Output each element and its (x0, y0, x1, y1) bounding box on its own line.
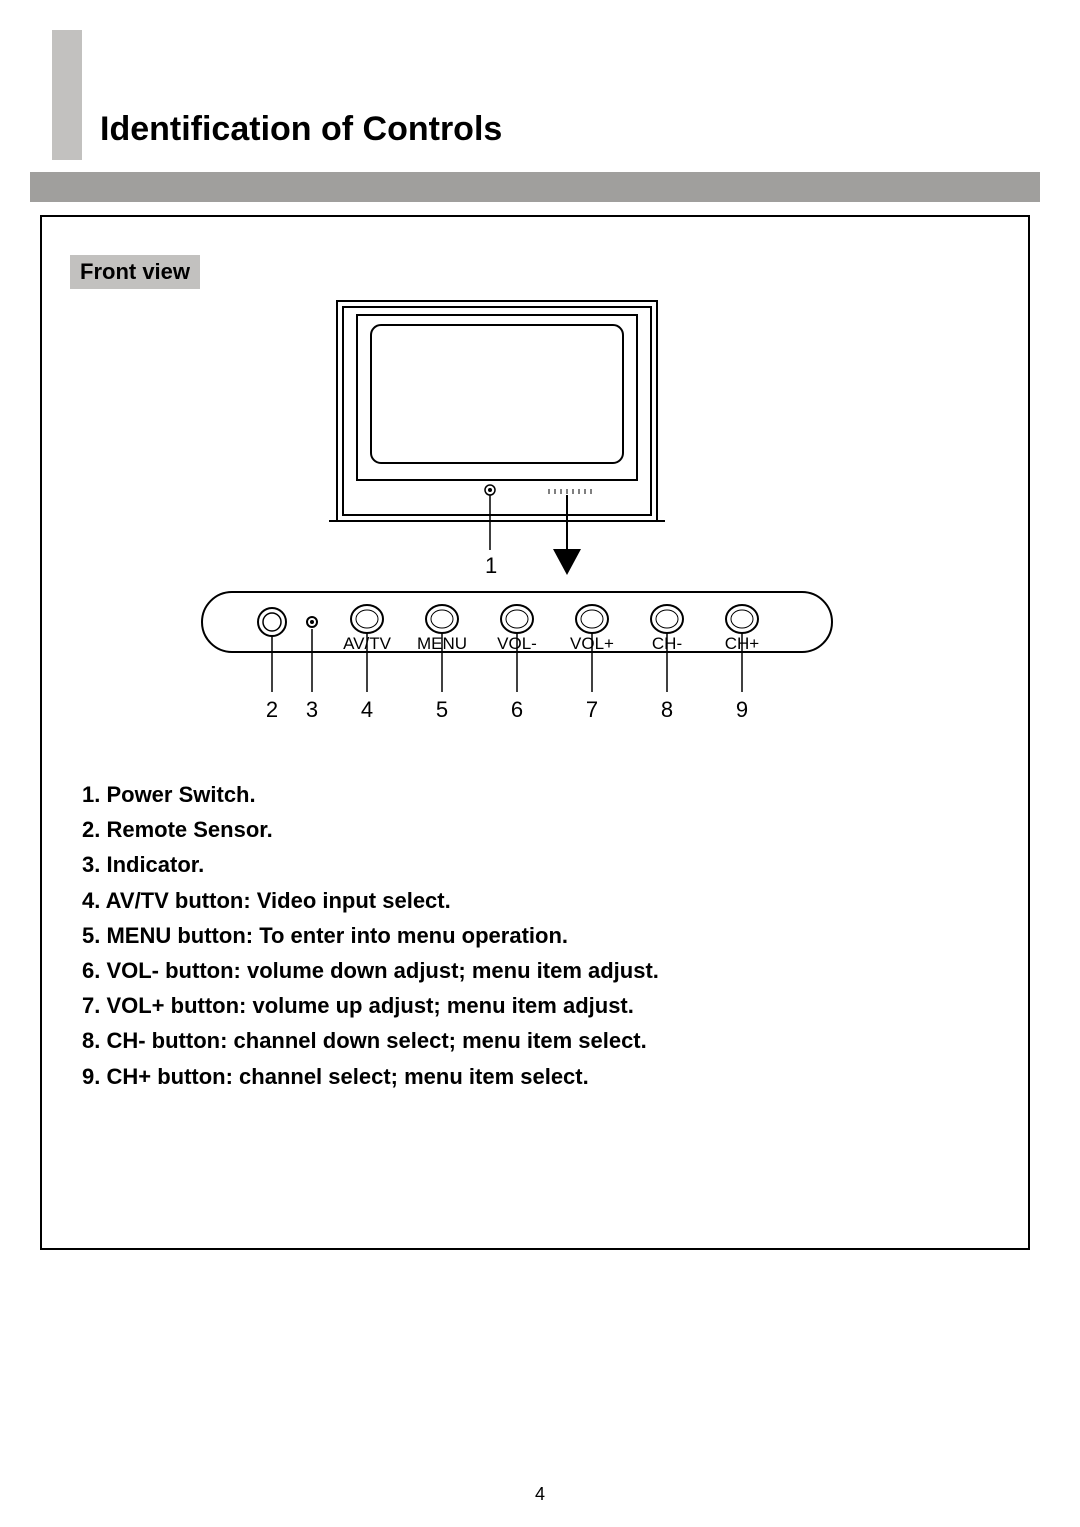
desc-item-5: 5. MENU button: To enter into menu opera… (82, 918, 659, 953)
header-decor-bar (52, 30, 82, 160)
desc-item-7: 7. VOL+ button: volume up adjust; menu i… (82, 988, 659, 1023)
page-title: Identification of Controls (100, 110, 502, 149)
callout-7: 7 (586, 697, 598, 722)
callout-1: 1 (485, 553, 497, 578)
desc-item-1: 1. Power Switch. (82, 777, 659, 812)
callout-2: 2 (266, 697, 278, 722)
desc-item-8: 8. CH- button: channel down select; menu… (82, 1023, 659, 1058)
desc-item-3: 3. Indicator. (82, 847, 659, 882)
desc-item-4: 4. AV/TV button: Video input select. (82, 883, 659, 918)
callout-4: 4 (361, 697, 373, 722)
tv-front-illustration: 1 (327, 295, 697, 585)
callout-9: 9 (736, 697, 748, 722)
document-page: Identification of Controls Front view (0, 0, 1080, 1527)
callout-8: 8 (661, 697, 673, 722)
control-panel-illustration: AV/TV MENU VOL- VOL+ CH- CH+ 2 (197, 587, 837, 757)
desc-item-6: 6. VOL- button: volume down adjust; menu… (82, 953, 659, 988)
section-label-front-view: Front view (70, 255, 200, 289)
content-frame: Front view (40, 215, 1030, 1250)
control-descriptions: 1. Power Switch. 2. Remote Sensor. 3. In… (82, 777, 659, 1094)
callout-3: 3 (306, 697, 318, 722)
page-number: 4 (0, 1484, 1080, 1505)
desc-item-9: 9. CH+ button: channel select; menu item… (82, 1059, 659, 1094)
desc-item-2: 2. Remote Sensor. (82, 812, 659, 847)
callout-5: 5 (436, 697, 448, 722)
callout-6: 6 (511, 697, 523, 722)
header-underline-band (30, 172, 1040, 202)
